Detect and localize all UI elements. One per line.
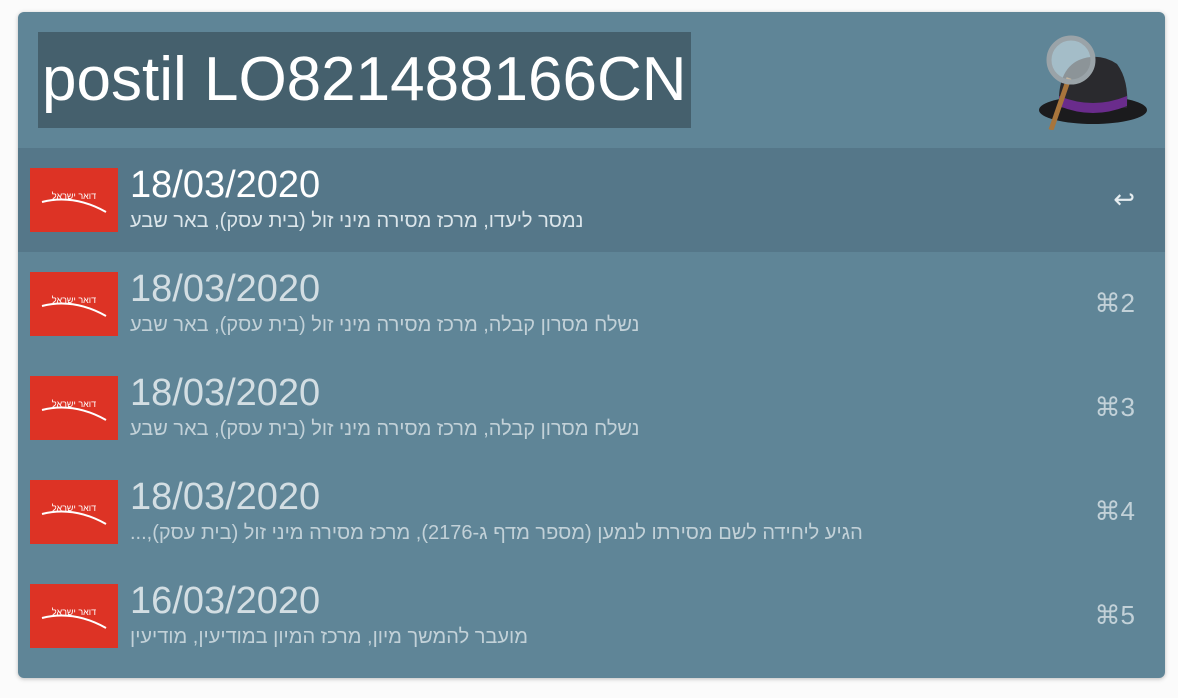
result-subtitle: נשלח מסרון קבלה, מרכז מסירה מיני זול (בי… bbox=[130, 314, 640, 336]
israel-post-logo-icon: דואר ישראל bbox=[30, 480, 118, 544]
svg-text:דואר ישראל: דואר ישראל bbox=[52, 295, 96, 305]
shortcut-label: ⌘2 bbox=[1094, 288, 1135, 318]
search-header: postil LO821488166CN bbox=[18, 12, 1165, 148]
result-row[interactable]: דואר ישראל 18/03/2020 נשלח מסרון קבלה, מ… bbox=[18, 252, 1165, 356]
search-input[interactable]: postil LO821488166CN bbox=[38, 32, 691, 128]
israel-post-logo-icon: דואר ישראל bbox=[30, 168, 118, 232]
shortcut-label: ⌘3 bbox=[1094, 392, 1135, 422]
result-subtitle: מועבר להמשך מיון, מרכז המיון במודיעין, מ… bbox=[130, 626, 528, 648]
result-row[interactable]: דואר ישראל 18/03/2020 נמסר ליעדו, מרכז מ… bbox=[18, 148, 1165, 252]
result-title: 16/03/2020 bbox=[130, 580, 321, 622]
alfred-window: postil LO821488166CN דואר ישראל 18/03/20… bbox=[18, 12, 1165, 678]
shortcut-label: ⌘4 bbox=[1094, 496, 1135, 526]
svg-text:דואר ישראל: דואר ישראל bbox=[52, 191, 96, 201]
svg-text:דואר ישראל: דואר ישראל bbox=[52, 607, 96, 617]
shortcut-label: ⌘5 bbox=[1094, 600, 1135, 630]
svg-text:דואר ישראל: דואר ישראל bbox=[52, 503, 96, 513]
result-subtitle: הגיע ליחידה לשם מסירתו לנמען (מספר מדף ג… bbox=[130, 522, 863, 544]
result-subtitle: נשלח מסרון קבלה, מרכז מסירה מיני זול (בי… bbox=[130, 418, 640, 440]
israel-post-logo-icon: דואר ישראל bbox=[30, 272, 118, 336]
result-row[interactable]: דואר ישראל 18/03/2020 הגיע ליחידה לשם מס… bbox=[18, 460, 1165, 564]
result-title: 18/03/2020 bbox=[130, 372, 321, 414]
result-title: 18/03/2020 bbox=[130, 268, 321, 310]
result-row[interactable]: דואר ישראל 18/03/2020 נשלח מסרון קבלה, מ… bbox=[18, 356, 1165, 460]
result-title: 18/03/2020 bbox=[130, 476, 321, 518]
svg-text:דואר ישראל: דואר ישראל bbox=[52, 399, 96, 409]
israel-post-logo-icon: דואר ישראל bbox=[30, 376, 118, 440]
israel-post-logo-icon: דואר ישראל bbox=[30, 584, 118, 648]
alfred-hat-icon bbox=[1039, 35, 1147, 130]
return-key-icon: ↩ bbox=[1113, 184, 1135, 214]
result-row[interactable]: דואר ישראל 16/03/2020 מועבר להמשך מיון, … bbox=[18, 564, 1165, 668]
result-title: 18/03/2020 bbox=[130, 164, 321, 206]
result-subtitle: נמסר ליעדו, מרכז מסירה מיני זול (בית עסק… bbox=[130, 210, 584, 232]
